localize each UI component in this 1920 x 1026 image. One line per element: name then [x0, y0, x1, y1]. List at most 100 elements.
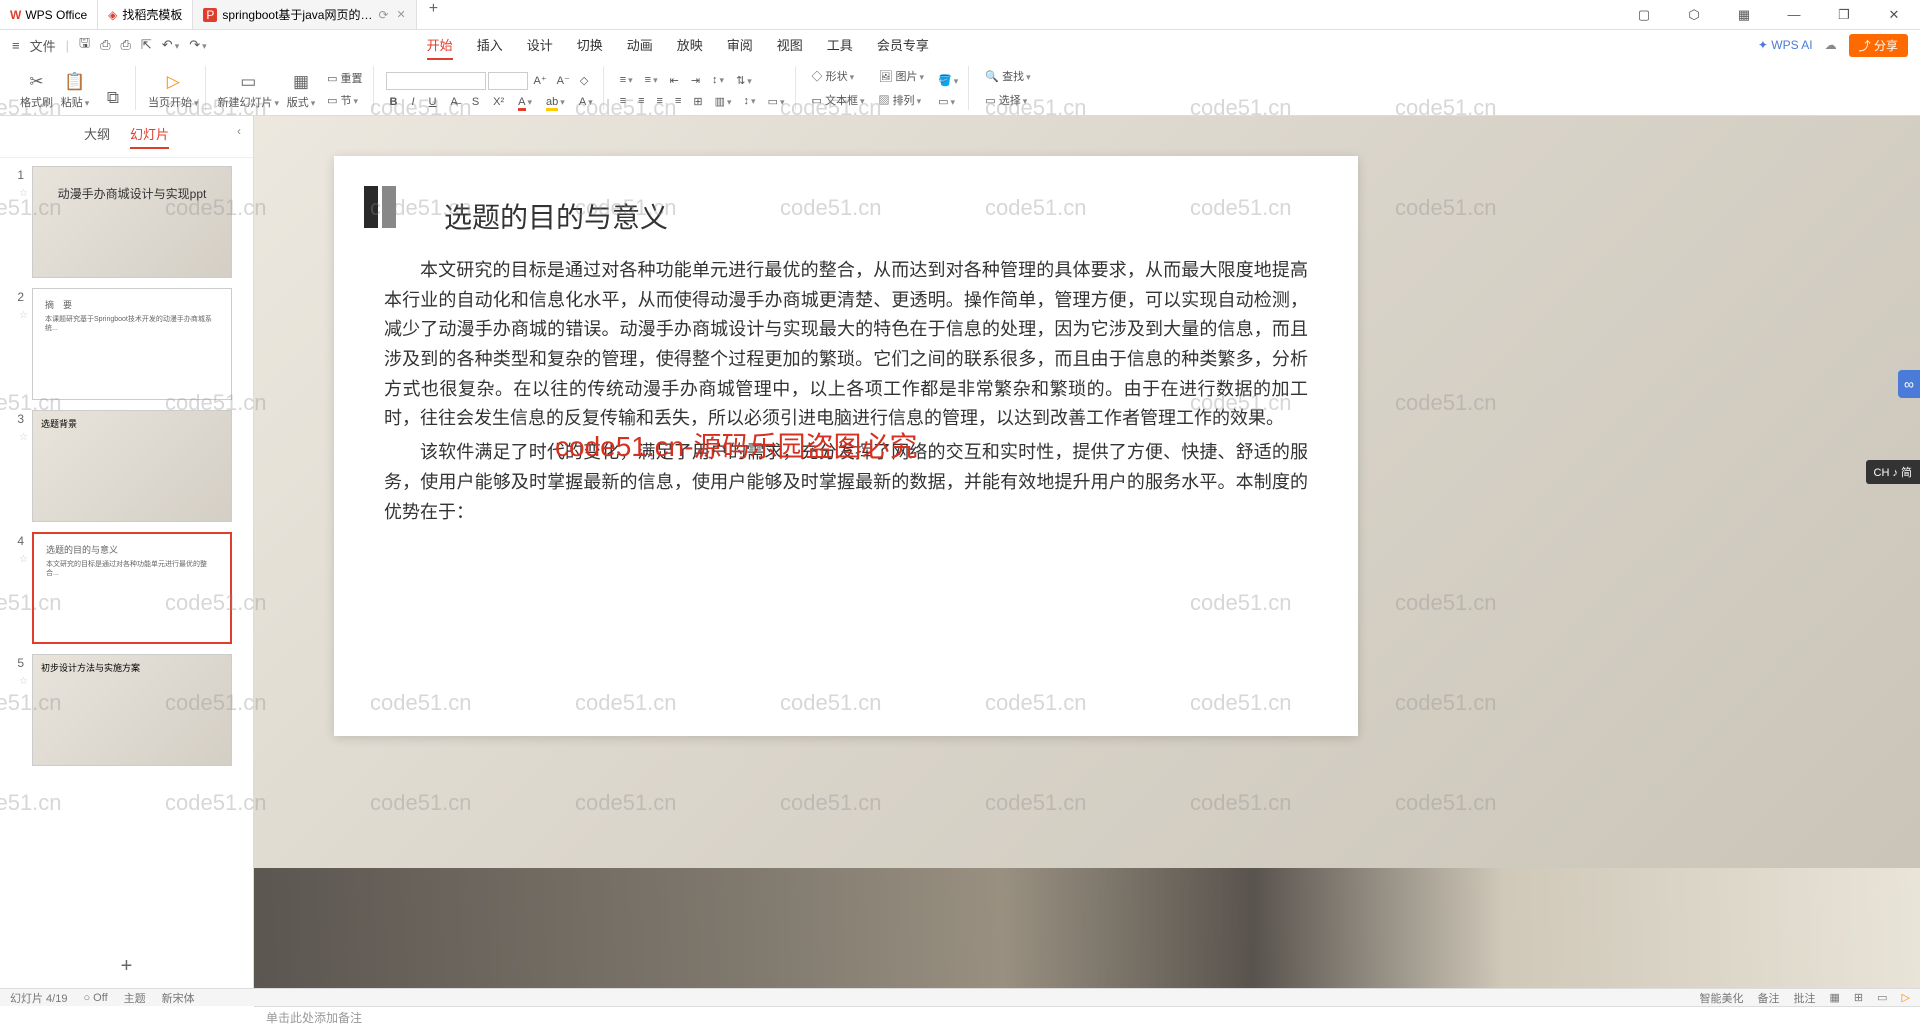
highlight-icon[interactable]: ab▾ — [542, 94, 569, 110]
columns-icon[interactable]: ▥▾ — [711, 93, 736, 110]
strikethrough-icon[interactable]: S — [468, 94, 483, 110]
menu-hamburger-icon[interactable]: ≡ — [12, 38, 20, 53]
tab-template[interactable]: ◈ 找稻壳模板 — [98, 0, 193, 29]
copy-icon[interactable]: ⧉ — [97, 88, 129, 110]
tab-tools[interactable]: 工具 — [827, 31, 853, 60]
slide-heading[interactable]: 选题的目的与意义 — [444, 196, 1308, 236]
decrease-font-icon[interactable]: A⁻ — [553, 72, 574, 89]
redo-icon[interactable]: ↷▾ — [189, 37, 206, 53]
comments-toggle[interactable]: 批注 — [1794, 990, 1816, 1006]
underline-icon[interactable]: U — [425, 94, 441, 110]
file-menu[interactable]: 文件 — [30, 36, 56, 55]
align-left-icon[interactable]: ≡ — [616, 93, 630, 110]
tab-animation[interactable]: 动画 — [627, 31, 653, 60]
status-off[interactable]: ○ Off — [83, 992, 107, 1004]
fill-icon[interactable]: 🪣▾ — [934, 72, 962, 89]
float-cloud-badge[interactable]: ∞ — [1898, 370, 1920, 398]
bullets-icon[interactable]: ≡▾ — [616, 72, 637, 89]
outline-icon[interactable]: ▭▾ — [934, 93, 962, 110]
tab-slideshow[interactable]: 放映 — [677, 31, 703, 60]
view-normal-icon[interactable]: ▦ — [1830, 991, 1840, 1004]
tab-member[interactable]: 会员专享 — [877, 31, 929, 60]
slide-body[interactable]: 本文研究的目标是通过对各种功能单元进行最优的整合，从而达到对各种管理的具体要求，… — [384, 256, 1308, 527]
section-button[interactable]: ▭ 节▾ — [323, 90, 366, 110]
font-family-select[interactable] — [386, 72, 486, 90]
thumbnail-5[interactable]: 初步设计方法与实施方案 — [32, 654, 232, 766]
star-icon[interactable]: ☆ — [4, 188, 32, 199]
italic-icon[interactable]: I — [407, 94, 418, 110]
text-effect-icon[interactable]: A▾ — [575, 94, 597, 110]
current-slide[interactable]: 选题的目的与意义 本文研究的目标是通过对各种功能单元进行最优的整合，从而达到对各… — [334, 156, 1358, 736]
notes-toggle[interactable]: 备注 — [1758, 990, 1780, 1006]
status-font[interactable]: 新宋体 — [162, 990, 195, 1006]
align-justify-icon[interactable]: ≡ — [671, 93, 685, 110]
close-button[interactable]: ✕ — [1876, 7, 1912, 23]
text-direction-icon[interactable]: ⇅▾ — [732, 72, 756, 89]
indent-left-icon[interactable]: ⇤ — [666, 72, 683, 89]
view-reading-icon[interactable]: ▭ — [1877, 991, 1887, 1004]
tab-start[interactable]: 开始 — [427, 31, 453, 60]
layout-button[interactable]: ▦版式▾ — [285, 72, 317, 110]
export-icon[interactable]: ⇱ — [141, 37, 152, 53]
cube-icon[interactable]: ⬡ — [1676, 7, 1712, 23]
panel-collapse-icon[interactable]: ‹ — [237, 124, 241, 138]
format-painter-button[interactable]: ✂格式刷 — [20, 72, 53, 110]
thumbnail-4[interactable]: 选题的目的与意义本文研究的目标是通过对各种功能单元进行最优的整合... — [32, 532, 232, 644]
minimize-button[interactable]: — — [1776, 7, 1812, 22]
star-icon[interactable]: ☆ — [4, 676, 32, 687]
tab-view[interactable]: 视图 — [777, 31, 803, 60]
convert-icon[interactable]: ▭▾ — [764, 93, 789, 110]
star-icon[interactable]: ☆ — [4, 554, 32, 565]
picture-button[interactable]: 🖼 图片▾ — [875, 66, 929, 86]
increase-font-icon[interactable]: A⁺ — [530, 72, 551, 89]
cloud-icon[interactable]: ☁ — [1825, 38, 1837, 52]
star-icon[interactable]: ☆ — [4, 432, 32, 443]
thumbnail-3[interactable]: 选题背景 — [32, 410, 232, 522]
maximize-button[interactable]: ❐ — [1826, 7, 1862, 23]
align-center-icon[interactable]: ≡ — [634, 93, 648, 110]
from-current-button[interactable]: ▷当页开始▾ — [148, 72, 199, 110]
float-lang-badge[interactable]: CH ♪ 简 — [1866, 460, 1920, 484]
add-slide-button[interactable]: + — [0, 945, 253, 988]
font-size-select[interactable] — [488, 72, 528, 90]
notes-bar[interactable]: 单击此处添加备注 — [254, 1006, 1920, 1026]
smart-beautify[interactable]: 智能美化 — [1700, 990, 1744, 1006]
bold-icon[interactable]: B — [386, 94, 402, 110]
tab-review[interactable]: 审阅 — [727, 31, 753, 60]
paste-button[interactable]: 📋粘贴▾ — [59, 72, 91, 110]
indent-right-icon[interactable]: ⇥ — [687, 72, 704, 89]
new-slide-button[interactable]: ▭新建幻灯片▾ — [218, 72, 280, 110]
panel-tab-outline[interactable]: 大纲 — [84, 124, 110, 149]
distribute-icon[interactable]: ⊞ — [689, 93, 706, 110]
tab-add-button[interactable]: + — [417, 0, 450, 29]
direction-icon[interactable]: ↕▾ — [740, 93, 760, 110]
box-icon[interactable]: ▢ — [1626, 7, 1662, 23]
clear-format-icon[interactable]: ◇ — [576, 72, 592, 89]
superscript-icon[interactable]: X² — [489, 94, 508, 110]
tab-sync-icon[interactable]: ⟳ — [378, 8, 388, 22]
thumbnail-2[interactable]: 摘 要本课题研究基于Springboot技术开发的动漫手办商城系统... — [32, 288, 232, 400]
status-theme[interactable]: 主题 — [124, 990, 146, 1006]
arrange-button[interactable]: ▧ 排列▾ — [875, 90, 929, 110]
shape-button[interactable]: ◇ 形状▾ — [808, 66, 869, 86]
numbering-icon[interactable]: ≡▾ — [641, 72, 662, 89]
tab-transition[interactable]: 切换 — [577, 31, 603, 60]
reset-button[interactable]: ▭ 重置 — [323, 68, 366, 88]
tab-document[interactable]: P springboot基于java网页的… ⟳ ✕ — [193, 0, 416, 29]
find-button[interactable]: 🔍 查找▾ — [981, 66, 1034, 86]
textbox-button[interactable]: ▭ 文本框▾ — [808, 90, 869, 110]
panel-tab-slides[interactable]: 幻灯片 — [130, 124, 169, 149]
view-slideshow-icon[interactable]: ▷ — [1902, 991, 1910, 1004]
undo-icon[interactable]: ↶▾ — [162, 37, 179, 53]
thumbnail-1[interactable]: 动漫手办商城设计与实现ppt — [32, 166, 232, 278]
tab-close-icon[interactable]: ✕ — [397, 8, 406, 21]
share-button[interactable]: ⤴ 分享 — [1849, 34, 1908, 57]
tab-insert[interactable]: 插入 — [477, 31, 503, 60]
strike-icon[interactable]: A̶ — [446, 94, 461, 110]
line-spacing-icon[interactable]: ↕▾ — [708, 72, 728, 89]
tab-home[interactable]: W WPS Office — [0, 0, 98, 29]
tab-design[interactable]: 设计 — [527, 31, 553, 60]
grid-icon[interactable]: ▦ — [1726, 7, 1762, 23]
select-button[interactable]: ▭ 选择▾ — [981, 90, 1034, 110]
print-icon[interactable]: ⎙ — [100, 37, 110, 53]
